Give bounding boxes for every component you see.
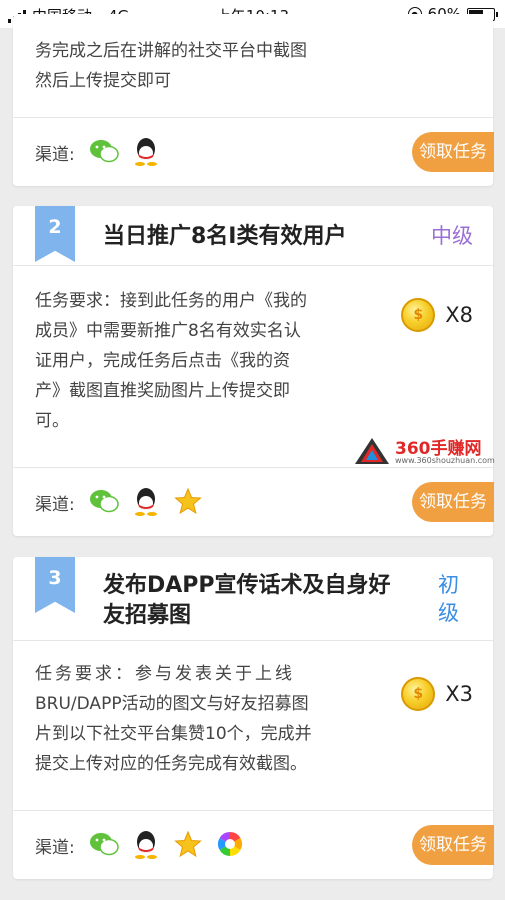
task-description: 任务要求：参与发表关于上线 BRU/DAPP活动的图文与好友招募图 片到以下社交… xyxy=(35,659,385,779)
task-footer: 渠道: 领取任务 xyxy=(13,811,494,879)
star-icon xyxy=(173,486,203,516)
desc-line: 成员》中需要新推广8名有效实名认 xyxy=(35,321,301,341)
reward-amount: X8 xyxy=(445,303,473,327)
qq-icon xyxy=(131,829,161,859)
desc-line: 然后上传提交即可 xyxy=(35,71,171,91)
desc-line: 务完成之后在讲解的社交平台中截图 xyxy=(35,41,307,61)
coin-icon: $ xyxy=(401,677,436,711)
watermark-url: www.360shouzhuan.com xyxy=(395,456,495,465)
claim-task-button[interactable]: 领取任务 xyxy=(412,132,494,172)
wechat-icon xyxy=(89,829,119,859)
rank-badge: 3 xyxy=(35,557,75,613)
desc-line: BRU/DAPP活动的图文与好友招募图 xyxy=(35,694,309,714)
desc-line: 可。 xyxy=(35,411,69,431)
task-description: 任务要求：接到此任务的用户《我的 成员》中需要新推广8名有效实名认 证用户，完成… xyxy=(35,286,385,436)
wechat-icon xyxy=(89,136,119,166)
claim-task-button[interactable]: 领取任务 xyxy=(412,825,494,865)
desc-line: 提交上传对应的任务完成有效截图。 xyxy=(35,754,307,774)
desc-line: 任务要求：参与发表关于上线 xyxy=(35,664,295,684)
level-badge: 中级 xyxy=(431,224,473,248)
desc-line: 任务要求：接到此任务的用户《我的 xyxy=(35,291,307,311)
task-description-area: 任务要求：参与发表关于上线 BRU/DAPP活动的图文与好友招募图 片到以下社交… xyxy=(13,641,493,811)
task-footer: 渠道: 领取任务 xyxy=(13,118,494,186)
reward: $ X8 xyxy=(401,298,473,332)
channel-label: 渠道: xyxy=(35,838,75,858)
level-line: 初 xyxy=(438,573,459,597)
task-title: 当日推广8名I类有效用户 xyxy=(103,224,347,249)
qq-icon xyxy=(131,486,161,516)
camera-icon xyxy=(215,829,245,859)
task-description: 务完成之后在讲解的社交平台中截图 然后上传提交即可 xyxy=(35,36,307,96)
channel-label: 渠道: xyxy=(35,145,75,165)
watermark-logo-icon xyxy=(355,438,389,464)
wechat-icon xyxy=(89,486,119,516)
channel-icons xyxy=(89,829,245,859)
task-header: 3 发布DAPP宣传话术及自身好 友招募图 初 级 xyxy=(13,557,493,641)
claim-task-button[interactable]: 领取任务 xyxy=(412,482,494,522)
desc-line: 证用户，完成任务后点击《我的资 xyxy=(35,351,290,371)
task-card: 3 发布DAPP宣传话术及自身好 友招募图 初 级 任务要求：参与发表关于上线 … xyxy=(13,557,494,879)
reward: $ X3 xyxy=(401,677,473,711)
task-card: 2 当日推广8名I类有效用户 中级 任务要求：接到此任务的用户《我的 成员》中需… xyxy=(13,206,494,536)
task-title-line: 友招募图 xyxy=(103,603,192,628)
task-description-area: 务完成之后在讲解的社交平台中截图 然后上传提交即可 xyxy=(13,14,493,118)
task-card: 务完成之后在讲解的社交平台中截图 然后上传提交即可 渠道: 领取任务 xyxy=(13,14,494,186)
task-title: 发布DAPP宣传话术及自身好 友招募图 xyxy=(103,571,391,631)
task-footer: 渠道: 领取任务 xyxy=(13,468,494,536)
rank-badge: 2 xyxy=(35,206,75,262)
coin-icon: $ xyxy=(401,298,436,332)
task-title-line: 发布DAPP宣传话术及自身好 xyxy=(103,573,391,598)
channel-icons xyxy=(89,136,161,166)
star-icon xyxy=(173,829,203,859)
desc-line: 产》截图直推奖励图片上传提交即 xyxy=(35,381,290,401)
level-line: 级 xyxy=(438,601,459,625)
channel-icons xyxy=(89,486,203,516)
reward-amount: X3 xyxy=(445,682,473,706)
channel-label: 渠道: xyxy=(35,495,75,515)
qq-icon xyxy=(131,136,161,166)
watermark: 360手赚网 www.360shouzhuan.com xyxy=(353,436,503,466)
task-header: 2 当日推广8名I类有效用户 中级 xyxy=(13,206,493,266)
level-badge: 初 级 xyxy=(438,571,459,627)
desc-line: 片到以下社交平台集赞10个，完成并 xyxy=(35,724,312,744)
